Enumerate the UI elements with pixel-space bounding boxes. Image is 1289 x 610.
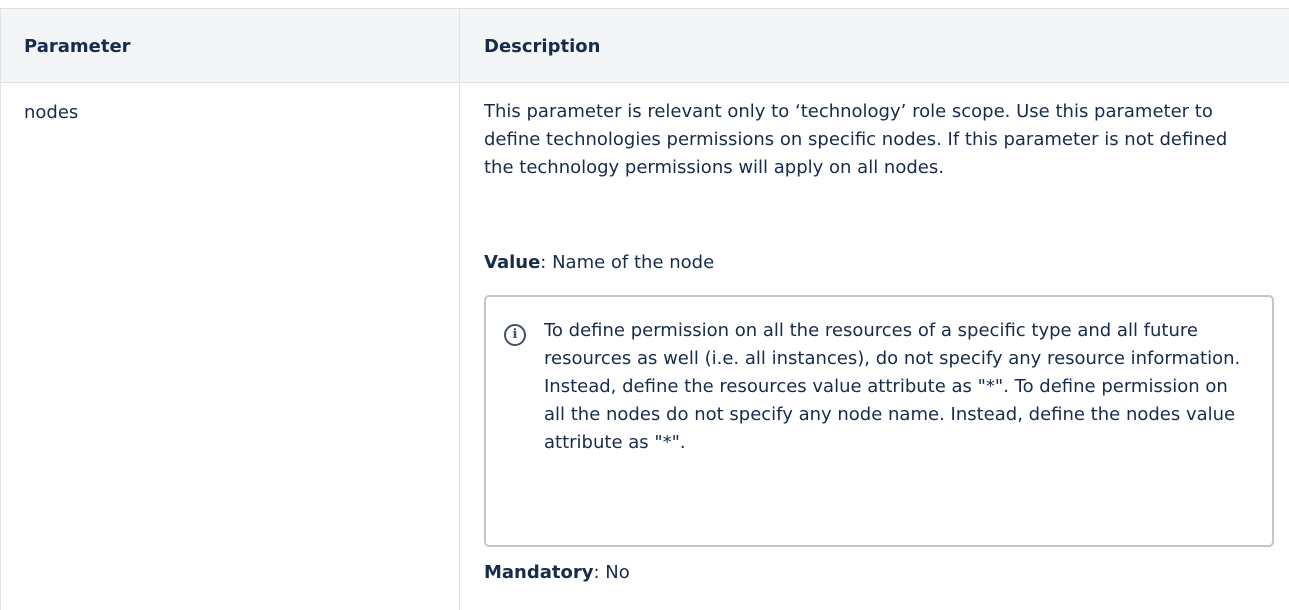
parameter-table: Parameter Description nodes This paramet… xyxy=(0,8,1289,610)
parameter-name: nodes xyxy=(24,102,79,123)
value-line: Value: Name of the node xyxy=(484,249,714,277)
mandatory-line: Mandatory: No xyxy=(484,559,630,587)
info-panel-text: To define permission on all the resource… xyxy=(544,320,1241,453)
header-description: Description xyxy=(484,36,601,57)
mandatory-label: Mandatory xyxy=(484,562,594,583)
info-panel: i To define permission on all the resour… xyxy=(484,295,1274,547)
description-text: This parameter is relevant only to ‘tech… xyxy=(484,101,1228,178)
mandatory-text: : No xyxy=(593,562,630,583)
parameter-description: This parameter is relevant only to ‘tech… xyxy=(484,98,1244,182)
table-header-row: Parameter Description xyxy=(1,9,1289,83)
header-parameter: Parameter xyxy=(24,36,131,57)
info-icon: i xyxy=(504,324,526,346)
value-label: Value xyxy=(484,252,541,273)
column-divider xyxy=(459,9,460,610)
value-text: : Name of the node xyxy=(540,252,715,273)
